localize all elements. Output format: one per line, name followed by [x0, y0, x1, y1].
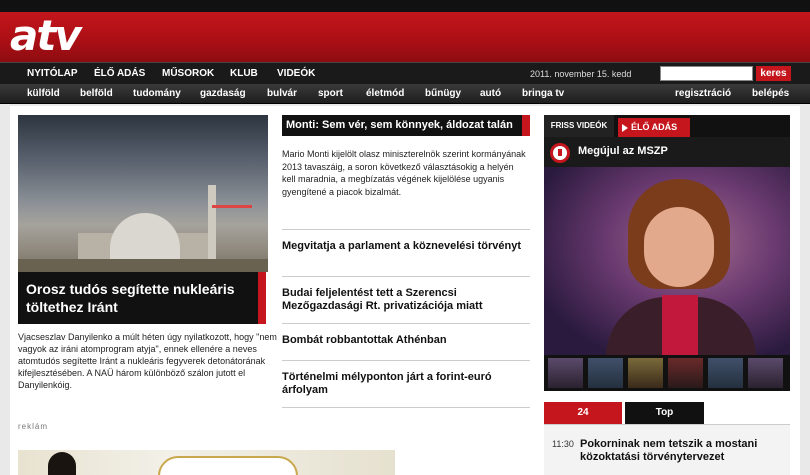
top-strip — [0, 0, 810, 12]
hero-image[interactable] — [18, 115, 268, 272]
ad-banner[interactable] — [18, 450, 395, 475]
video-thumbnail[interactable] — [708, 358, 743, 388]
image-crane — [212, 205, 252, 208]
login-link[interactable]: belépés — [752, 88, 789, 99]
lead-text: Mario Monti kijelölt olasz miniszterelnö… — [282, 149, 526, 197]
primary-nav: NYITÓLAP ÉLŐ ADÁS MŰSOROK KLUB VIDEÓK 20… — [0, 62, 810, 84]
video-thumbnail[interactable] — [548, 358, 583, 388]
nav-item-sport[interactable]: sport — [318, 88, 343, 99]
video-thumbnail[interactable] — [748, 358, 783, 388]
image-ground — [18, 259, 268, 272]
video-thumbnail[interactable] — [668, 358, 703, 388]
nav-item-home[interactable]: NYITÓLAP — [27, 68, 78, 79]
news-headline[interactable]: Bombát robbantottak Athénban — [282, 323, 530, 347]
tab-top[interactable]: Top — [625, 402, 704, 424]
register-link[interactable]: regisztráció — [675, 88, 731, 99]
category-nav: külföld belföld tudomány gazdaság bulvár… — [0, 84, 810, 104]
nav-item-tabloid[interactable]: bulvár — [267, 88, 297, 99]
nav-item-club[interactable]: KLUB — [230, 68, 258, 79]
latest-news-list: 11:30 Pokorninak nem tetszik a mostani k… — [544, 424, 790, 475]
search-button[interactable]: keres — [756, 66, 791, 81]
nav-item-crime[interactable]: bűnügy — [425, 88, 461, 99]
hero-lead-text: Vjacseszlav Danyilenko a múlt héten úgy … — [18, 332, 277, 390]
news-headline[interactable]: Megvitatja a parlament a köznevelési tör… — [282, 229, 530, 253]
page: atv NYITÓLAP ÉLŐ ADÁS MŰSOROK KLUB VIDEÓ… — [0, 0, 810, 475]
current-date: 2011. november 15. kedd — [530, 69, 632, 79]
ad-person-image — [48, 452, 76, 475]
nav-item-bike-tv[interactable]: bringa tv — [522, 88, 564, 99]
person-collar — [662, 295, 698, 355]
news-item-title[interactable]: Pokorninak nem tetszik a mostani közokta… — [580, 438, 785, 464]
video-player[interactable] — [544, 167, 790, 355]
nav-item-economy[interactable]: gazdaság — [200, 88, 246, 99]
video-tabs: FRISS VIDEÓK ÉLŐ ADÁS — [544, 115, 790, 137]
nav-item-lifestyle[interactable]: életmód — [366, 88, 404, 99]
tab-live-label: ÉLŐ ADÁS — [631, 122, 678, 132]
ad-label: reklám — [18, 422, 49, 431]
nav-item-videos[interactable]: VIDEÓK — [277, 68, 315, 79]
video-title[interactable]: Megújul az MSZP — [578, 145, 668, 157]
video-title-bar: Megújul az MSZP — [544, 137, 790, 167]
tab-live[interactable]: ÉLŐ ADÁS — [618, 118, 690, 137]
nav-item-domestic[interactable]: belföld — [80, 88, 113, 99]
news-time: 11:30 — [552, 439, 574, 449]
main-content: Orosz tudós segítette nukleáris töltethe… — [10, 106, 800, 475]
site-header: atv — [0, 12, 810, 62]
news-headline[interactable]: Budai feljelentést tett a Szerencsi Mező… — [282, 276, 530, 313]
hero-headline[interactable]: Orosz tudós segítette nukleáris töltethe… — [18, 272, 266, 324]
search-input[interactable] — [660, 66, 753, 81]
nav-item-shows[interactable]: MŰSOROK — [162, 68, 214, 79]
nav-item-science[interactable]: tudomány — [133, 88, 181, 99]
person-face — [644, 207, 714, 287]
nav-item-live[interactable]: ÉLŐ ADÁS — [94, 68, 145, 79]
video-thumbnail[interactable] — [588, 358, 623, 388]
video-thumbnail[interactable] — [628, 358, 663, 388]
news-headline[interactable]: Történelmi mélyponton járt a forint-euró… — [282, 360, 530, 408]
lead-headline[interactable]: Monti: Sem vér, sem könnyek, áldozat tal… — [282, 115, 530, 136]
atv-logo[interactable]: atv — [10, 14, 82, 58]
tab-24[interactable]: 24 — [544, 402, 622, 424]
video-thumbnails — [544, 355, 790, 391]
mszp-logo-icon — [550, 143, 570, 163]
ad-cloud-shape — [158, 456, 298, 475]
play-icon — [622, 123, 628, 132]
tab-recent-videos[interactable]: FRISS VIDEÓK — [544, 115, 614, 137]
nav-item-auto[interactable]: autó — [480, 88, 501, 99]
image-dome — [110, 213, 180, 259]
nav-item-foreign[interactable]: külföld — [27, 88, 60, 99]
image-chimney — [208, 185, 216, 260]
